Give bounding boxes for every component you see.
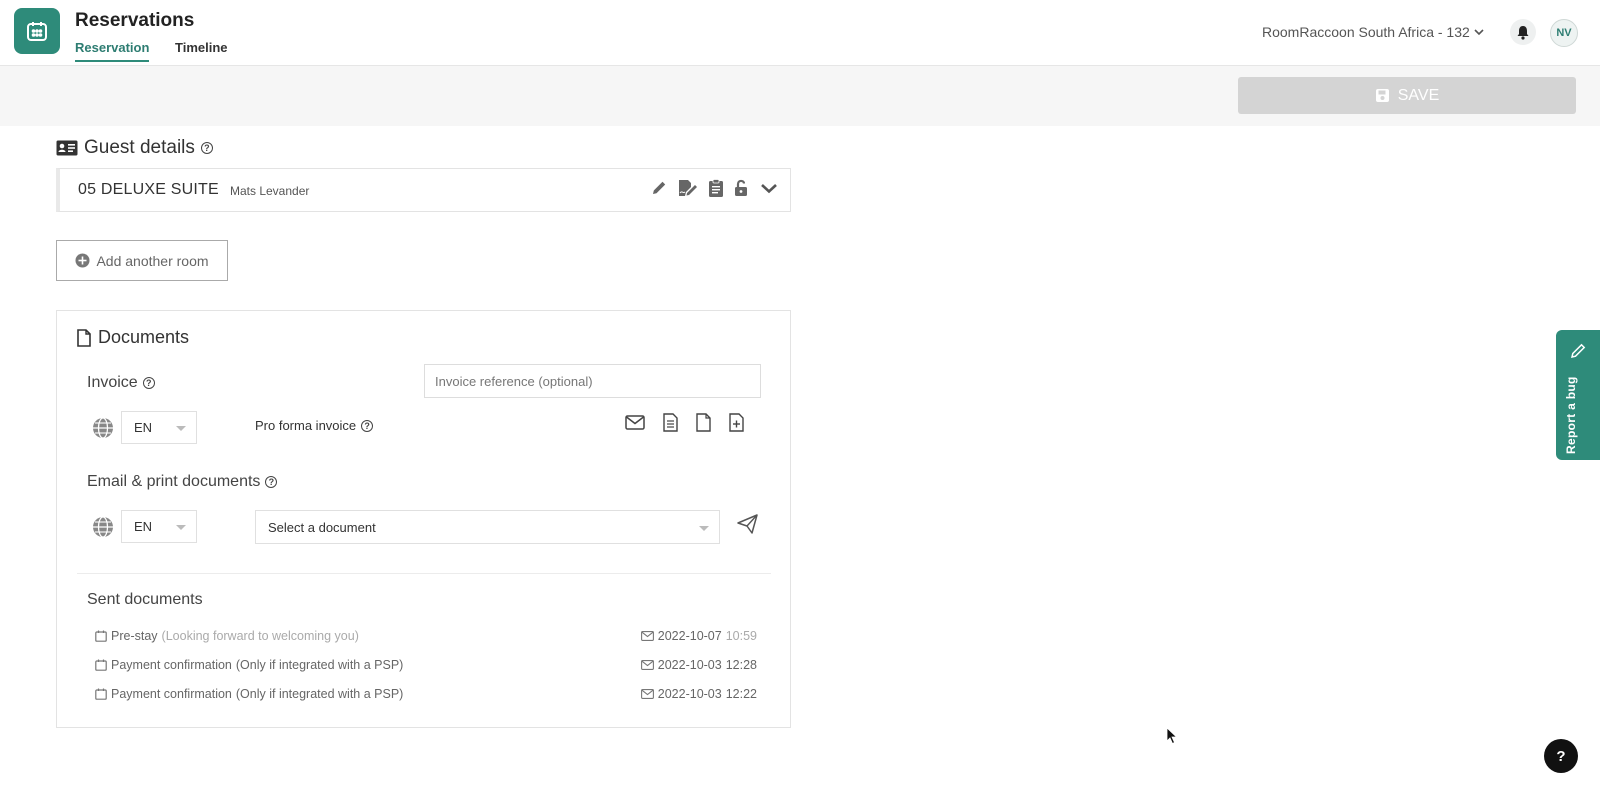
document-select[interactable]: Select a document: [255, 510, 720, 544]
pro-forma-label: Pro forma invoice: [255, 418, 357, 433]
invoice-actions: [625, 413, 744, 432]
invoice-heading: Invoice ?: [87, 374, 155, 392]
pencil-icon: [1571, 343, 1586, 358]
guest-name: Mats Levander: [230, 184, 310, 198]
sent-document-note: (Only if integrated with a PSP): [235, 658, 404, 672]
room-name: 05 DELUXE SUITE: [78, 181, 219, 198]
help-button[interactable]: ?: [1544, 739, 1578, 773]
file-icon[interactable]: [696, 413, 711, 432]
envelope-icon: [640, 689, 654, 699]
help-icon[interactable]: ?: [142, 377, 155, 389]
save-button[interactable]: SAVE: [1238, 77, 1576, 114]
documents-card: Documents Invoice ? Invoice reference (o…: [56, 310, 791, 728]
invoice-reference-input[interactable]: Invoice reference (optional): [424, 364, 761, 398]
calendar-logo-icon[interactable]: [14, 8, 60, 54]
paper-plane-icon[interactable]: [737, 514, 758, 534]
property-selector[interactable]: RoomRaccoon South Africa - 132: [1262, 24, 1484, 40]
sent-document-date: 2022-10-07: [657, 629, 722, 643]
property-name: RoomRaccoon South Africa - 132: [1262, 24, 1470, 40]
sent-document-name: Pre-stay: [111, 629, 158, 643]
invoice-label: Invoice: [87, 374, 138, 391]
sent-document-time: 10:59: [725, 629, 757, 643]
add-room-button[interactable]: Add another room: [56, 240, 228, 281]
sent-document-name: Payment confirmation: [111, 658, 232, 672]
divider: [77, 573, 771, 574]
help-icon[interactable]: ?: [265, 476, 278, 488]
plus-circle-icon: [75, 253, 90, 268]
app-header: Reservations Reservation Timeline RoomRa…: [0, 0, 1600, 66]
help-icon[interactable]: ?: [361, 419, 374, 432]
sent-document-note: (Looking forward to welcoming you): [161, 629, 359, 643]
caret-down-icon: [176, 525, 186, 530]
mouse-pointer-icon: [1166, 727, 1178, 745]
calendar-icon: [95, 659, 107, 671]
tab-timeline[interactable]: Timeline: [175, 40, 228, 60]
add-room-label: Add another room: [96, 252, 209, 269]
save-label: SAVE: [1397, 86, 1440, 104]
calendar-icon: [95, 688, 107, 700]
signature-icon[interactable]: [677, 179, 699, 197]
sent-document-row[interactable]: Payment confirmation (Only if integrated…: [95, 658, 757, 672]
invoice-language-select[interactable]: EN: [121, 411, 197, 444]
chevron-down-icon: [1474, 29, 1484, 36]
globe-icon: [93, 417, 113, 439]
email-language-value: EN: [134, 519, 153, 534]
envelope-icon: [640, 631, 654, 641]
calendar-icon: [95, 630, 107, 642]
documents-heading: Documents: [77, 327, 189, 348]
sent-documents-title: Sent documents: [87, 591, 203, 608]
toolbar: SAVE: [0, 66, 1600, 126]
file-icon: [77, 328, 91, 347]
tab-reservation[interactable]: Reservation: [75, 40, 150, 62]
pencil-icon[interactable]: [650, 179, 668, 197]
pro-forma-toggle[interactable]: Pro forma invoice ?: [255, 418, 374, 433]
sent-document-row[interactable]: Payment confirmation (Only if integrated…: [95, 687, 757, 701]
sent-document-time: 12:28: [725, 658, 757, 672]
bell-icon: [1517, 25, 1529, 40]
clipboard-icon[interactable]: [708, 179, 724, 197]
sent-document-date: 2022-10-03: [657, 687, 722, 701]
email-print-label: Email & print documents: [87, 473, 261, 490]
guest-details-heading: Guest details ?: [56, 137, 213, 159]
room-actions: [650, 179, 778, 197]
documents-title: Documents: [98, 327, 190, 347]
help-icon[interactable]: ?: [200, 142, 213, 154]
room-card[interactable]: 05 DELUXE SUITE Mats Levander: [56, 168, 791, 212]
chevron-down-icon[interactable]: [760, 179, 778, 197]
id-card-icon: [56, 140, 78, 156]
caret-down-icon: [699, 526, 709, 531]
sent-document-row[interactable]: Pre-stay (Looking forward to welcoming y…: [95, 629, 757, 643]
avatar[interactable]: NV: [1550, 19, 1578, 47]
envelope-icon[interactable]: [625, 415, 645, 430]
notifications-button[interactable]: [1510, 19, 1536, 45]
email-language-select[interactable]: EN: [121, 510, 197, 543]
invoice-language-value: EN: [134, 420, 153, 435]
guest-details-title: Guest details: [84, 137, 195, 158]
document-text-icon[interactable]: [663, 413, 678, 432]
sent-document-time: 12:22: [725, 687, 757, 701]
floppy-disk-icon: [1375, 89, 1389, 102]
sent-documents-heading: Sent documents: [87, 591, 203, 609]
unlock-icon[interactable]: [733, 179, 751, 197]
email-print-heading: Email & print documents ?: [87, 473, 278, 491]
page-title: Reservations: [75, 10, 195, 31]
sent-document-note: (Only if integrated with a PSP): [235, 687, 404, 701]
globe-icon: [93, 516, 113, 538]
document-select-value: Select a document: [268, 519, 376, 535]
file-plus-icon[interactable]: [729, 413, 744, 432]
report-bug-label: Report a bug: [1564, 376, 1578, 454]
envelope-icon: [640, 660, 654, 670]
caret-down-icon: [176, 426, 186, 431]
sent-document-date: 2022-10-03: [657, 658, 722, 672]
sent-document-name: Payment confirmation: [111, 687, 232, 701]
report-bug-button[interactable]: Report a bug: [1556, 330, 1600, 460]
